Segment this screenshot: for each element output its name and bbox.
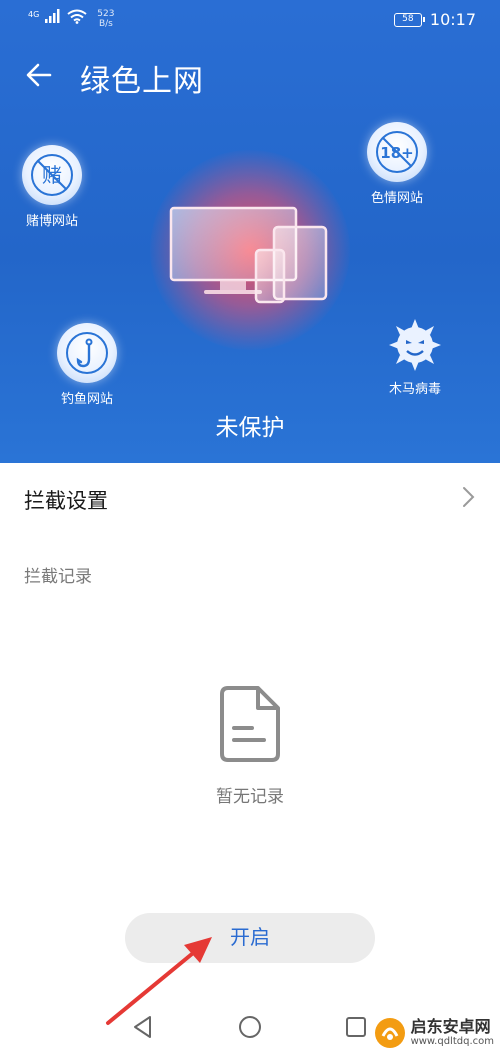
intercept-settings-label: 拦截设置	[24, 489, 108, 513]
document-icon	[220, 686, 280, 762]
adult-icon-glyph: 18+	[380, 144, 413, 162]
status-bar: 4G 523 B/s 58 10:17	[0, 0, 500, 40]
status-left: 4G 523 B/s	[28, 9, 114, 29]
threat-label-gambling: 赌博网站	[25, 214, 78, 229]
nav-home-icon[interactable]	[237, 1014, 263, 1040]
intercept-records-heading: 拦截记录	[24, 567, 92, 587]
adult-content-icon: 18+	[367, 122, 427, 182]
page-title: 绿色上网	[80, 64, 204, 99]
fishing-hook-icon	[57, 323, 117, 383]
speed-value: 523	[97, 9, 115, 19]
speed-unit: B/s	[98, 19, 113, 29]
status-right: 58 10:17	[393, 10, 476, 29]
virus-icon	[385, 313, 445, 373]
battery-icon: 58	[393, 12, 425, 27]
gambling-icon-glyph: 赌	[42, 163, 62, 187]
wifi-icon	[67, 9, 87, 24]
signal-icon	[45, 9, 60, 23]
threat-label-virus: 木马病毒	[388, 382, 441, 397]
threat-label-adult: 色情网站	[370, 191, 423, 206]
nav-back-icon[interactable]	[130, 1014, 156, 1040]
empty-records-text: 暂无记录	[216, 787, 284, 807]
threat-adult: 18+ 色情网站	[365, 122, 429, 206]
clock: 10:17	[429, 10, 476, 29]
threat-phishing: 钓鱼网站	[55, 323, 119, 407]
nav-recents-icon[interactable]	[343, 1014, 369, 1040]
network-speed: 523 B/s	[97, 9, 114, 29]
enable-button[interactable]: 开启	[125, 913, 375, 963]
threat-virus: 木马病毒	[383, 313, 447, 397]
back-arrow-icon[interactable]	[24, 60, 54, 90]
protection-hero: 4G 523 B/s 58 10:17 绿色上网 赌 赌博网站 18+ 色情网站…	[0, 0, 500, 463]
threat-gambling: 赌 赌博网站	[20, 145, 84, 229]
chevron-right-icon	[463, 487, 475, 507]
protection-status: 未保护	[215, 415, 285, 441]
devices-icon	[169, 206, 328, 304]
threat-label-phishing: 钓鱼网站	[60, 392, 113, 407]
site-watermark: 启东安卓网 www.qdltdq.com	[373, 1016, 494, 1050]
watermark-url: www.qdltdq.com	[410, 1036, 494, 1047]
watermark-logo-icon	[374, 1018, 405, 1048]
battery-level: 58	[402, 13, 414, 24]
gambling-icon: 赌	[22, 145, 82, 205]
network-type: 4G	[28, 10, 40, 19]
watermark-name: 启东安卓网	[410, 1017, 491, 1036]
intercept-settings-row[interactable]: 拦截设置	[0, 463, 500, 533]
